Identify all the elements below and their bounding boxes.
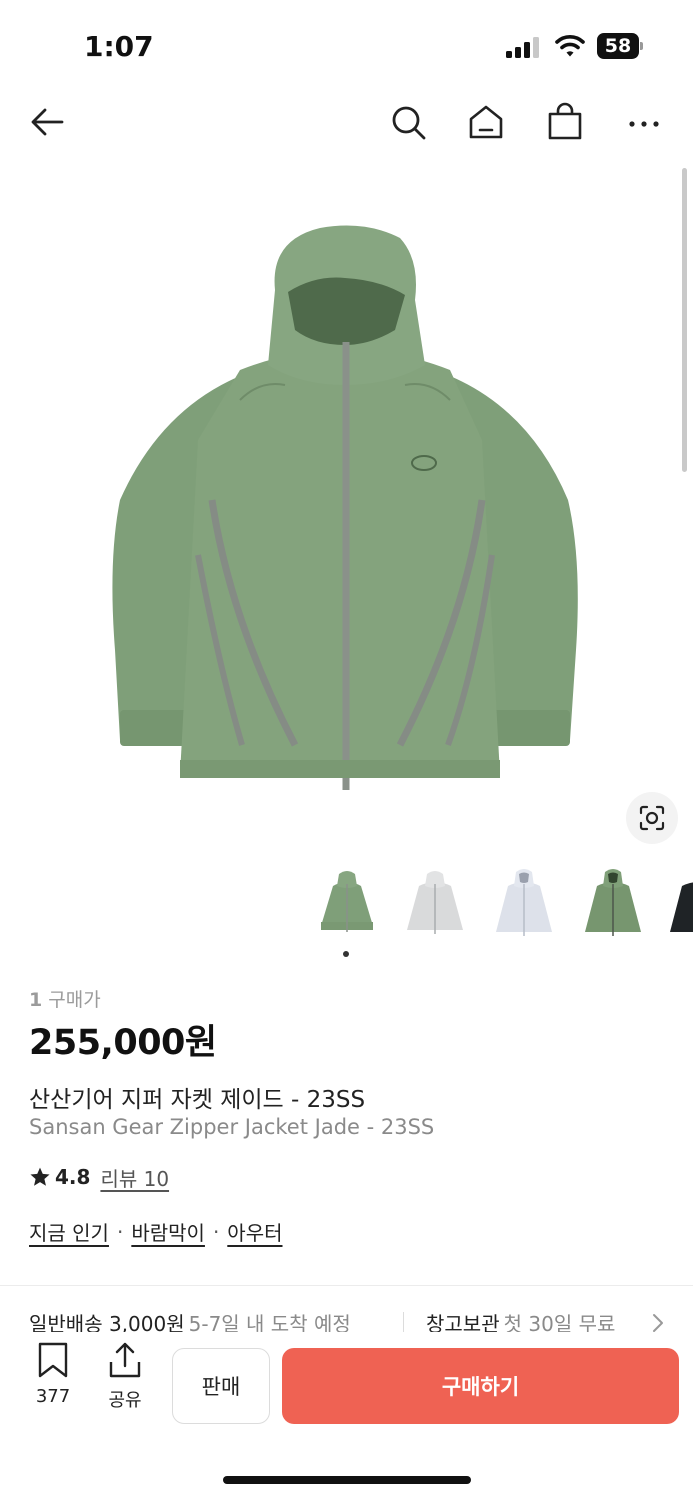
battery-level: 58 [604, 35, 632, 57]
image-search-icon [639, 805, 665, 831]
battery-icon: 58 [597, 33, 645, 59]
tag-separator: · [212, 1219, 220, 1244]
status-bar: 1:07 58 [0, 0, 693, 90]
sell-button[interactable]: 판매 [172, 1348, 270, 1424]
tag-separator: · [116, 1219, 124, 1244]
shopping-bag-icon[interactable] [545, 102, 585, 142]
product-price: 255,000원 [29, 1023, 217, 1063]
buy-button[interactable]: 구매하기 [282, 1348, 679, 1424]
review-link[interactable]: 리뷰 10 [100, 1163, 169, 1192]
price-label-text: 구매가 [48, 989, 101, 1011]
rating-row: 4.8 리뷰 10 [29, 1163, 169, 1191]
thumbnail-4[interactable] [579, 866, 647, 942]
image-search-button[interactable] [626, 792, 678, 844]
product-title-korean: 산산기어 지퍼 자켓 제이드 - 23SS [29, 1087, 366, 1113]
bookmark-icon [38, 1342, 68, 1378]
tag-outerwear[interactable]: 아우터 [227, 1217, 282, 1246]
share-icon [109, 1342, 141, 1378]
gallery-page-indicator [343, 951, 349, 957]
save-count: 377 [35, 1386, 71, 1407]
price-label-count: 1 [29, 989, 43, 1011]
thumbnail-1[interactable] [313, 866, 381, 942]
thumbnail-3[interactable] [490, 866, 558, 942]
home-indicator[interactable] [223, 1476, 471, 1484]
save-button[interactable]: 377 [25, 1342, 81, 1407]
section-divider [0, 1285, 693, 1286]
tag-windbreaker[interactable]: 바람막이 [131, 1217, 205, 1246]
search-icon[interactable] [388, 102, 428, 142]
cellular-signal-icon [506, 37, 539, 58]
share-button[interactable]: 공유 [97, 1342, 153, 1412]
product-image[interactable] [90, 200, 600, 800]
product-title-english: Sansan Gear Zipper Jacket Jade - 23SS [29, 1115, 435, 1139]
more-icon[interactable] [624, 102, 664, 142]
scroll-indicator[interactable] [682, 168, 687, 472]
star-icon [30, 1167, 50, 1186]
status-time: 1:07 [84, 30, 154, 63]
home-icon[interactable] [466, 102, 506, 142]
thumbnail-5[interactable] [668, 866, 693, 942]
share-label: 공유 [108, 1390, 142, 1411]
bottom-action-bar: 377 공유 판매 구매하기 [0, 1332, 693, 1500]
category-tags: 지금 인기 · 바람막이 · 아우터 [29, 1217, 283, 1246]
price-label: 1 구매가 [29, 985, 101, 1012]
back-arrow-icon[interactable] [28, 102, 68, 142]
delivery-divider [403, 1312, 404, 1334]
rating-value: 4.8 [55, 1165, 91, 1189]
top-nav-bar [0, 92, 693, 154]
tag-trending[interactable]: 지금 인기 [29, 1217, 109, 1246]
thumbnail-2[interactable] [401, 866, 469, 942]
wifi-icon [555, 35, 585, 57]
